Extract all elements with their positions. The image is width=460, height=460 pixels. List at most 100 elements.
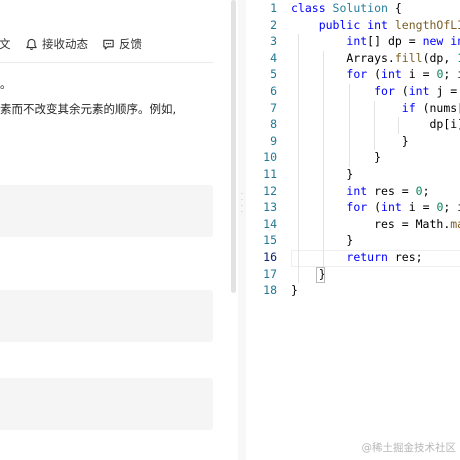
bracket-match-highlight xyxy=(316,267,325,283)
code-token: int xyxy=(381,67,409,82)
line-number: 7 xyxy=(270,100,277,115)
problem-scrollbar[interactable] xyxy=(231,0,236,293)
line-number: 12 xyxy=(263,183,277,198)
line-number: 5 xyxy=(270,67,277,82)
problem-toolbar: 文 接收动态 反馈 xyxy=(0,28,214,58)
code-token: for xyxy=(346,200,375,215)
code-line[interactable]: res = Math.max xyxy=(291,217,460,231)
code-line[interactable]: } xyxy=(291,283,298,297)
indent-guide xyxy=(323,50,324,267)
code-line[interactable]: public int lengthOfLIS xyxy=(291,18,460,32)
code-token: ( xyxy=(401,84,409,98)
code-token: new xyxy=(422,34,451,49)
line-number: 15 xyxy=(263,233,277,248)
code-token: public xyxy=(318,17,368,32)
line-number: 10 xyxy=(263,150,277,165)
code-token: res = xyxy=(374,183,416,198)
line-number: 9 xyxy=(270,133,277,148)
line-number: 8 xyxy=(270,117,277,132)
code-token: (dp, xyxy=(422,50,458,65)
code-line[interactable]: if (nums[i xyxy=(291,101,460,115)
line-number: 13 xyxy=(263,200,277,215)
drag-handle-icon: · · · · xyxy=(241,191,243,216)
code-line[interactable]: Arrays.fill(dp, 1) xyxy=(291,51,460,65)
code-token: int xyxy=(346,34,368,49)
code-token: int xyxy=(381,200,409,215)
code-token: ; xyxy=(422,183,430,198)
line-number: 4 xyxy=(270,50,277,65)
bell-icon xyxy=(26,38,37,50)
code-editor[interactable]: 1 2 3 4 5 6 7 8 9 10 11 12 13 14 15 16 17 18 class Soluti… xyxy=(247,0,460,460)
feedback-button[interactable]: 反馈 xyxy=(102,35,142,53)
code-token: if xyxy=(401,100,423,115)
code-token: Solution xyxy=(332,1,388,15)
current-line-highlight xyxy=(291,250,460,267)
code-token: [] dp = xyxy=(367,34,423,49)
code-token: lengthOfLIS xyxy=(394,17,460,32)
code-token: for xyxy=(374,84,402,98)
line-number: 6 xyxy=(270,84,277,98)
code-line[interactable]: int res = 0; xyxy=(291,183,430,198)
line-number: 17 xyxy=(263,266,277,281)
code-token: res = Math. xyxy=(291,216,451,231)
code-line[interactable]: for (int j = 0 xyxy=(291,84,460,98)
indent-guide xyxy=(349,84,350,167)
code-token: dp[i] xyxy=(291,117,460,132)
toolbar-partial-label: 文 xyxy=(0,37,11,51)
indent-guide xyxy=(298,34,299,284)
line-number: 1 xyxy=(270,1,277,15)
line-number: 2 xyxy=(270,17,277,32)
code-token: 0 xyxy=(415,183,423,198)
code-token: i = xyxy=(408,200,437,215)
problem-text-line: 素而不改变其余元素的顺序。例如, xyxy=(0,102,177,116)
panel-splitter[interactable]: · · · · xyxy=(238,0,246,460)
code-line[interactable]: for (int i = 0; i xyxy=(291,67,460,81)
code-token: } xyxy=(291,283,298,298)
line-number: 14 xyxy=(263,216,277,231)
code-token: class xyxy=(291,1,333,15)
line-number: 18 xyxy=(263,283,277,298)
code-line[interactable]: int[] dp = new int xyxy=(291,34,460,48)
example-block xyxy=(0,378,213,430)
code-token: Arrays. xyxy=(291,50,395,65)
code-token: ; i xyxy=(443,67,460,82)
indent-guide xyxy=(374,100,375,151)
code-token: int xyxy=(367,17,395,32)
comment-icon xyxy=(103,39,114,50)
code-line[interactable]: dp[i] xyxy=(291,117,460,131)
indent-guide xyxy=(398,117,399,134)
code-token: { xyxy=(387,1,402,15)
code-token: for xyxy=(346,67,375,82)
code-token: (nums[i xyxy=(422,100,460,115)
code-token: j = xyxy=(436,84,458,98)
code-token: ( xyxy=(374,200,382,215)
toolbar-divider xyxy=(0,62,214,63)
example-block xyxy=(0,290,213,342)
follow-label: 接收动态 xyxy=(42,37,88,51)
code-token: int xyxy=(450,34,460,49)
code-token: ( xyxy=(374,67,382,82)
problem-panel: 文 接收动态 反馈 。 素而不改变其余元素的顺序。例如, xyxy=(0,0,238,460)
line-number: 16 xyxy=(263,250,277,264)
follow-button[interactable]: 接收动态 xyxy=(25,35,88,53)
line-number: 3 xyxy=(270,34,277,49)
feedback-label: 反馈 xyxy=(119,37,142,51)
code-line[interactable]: class Solution { xyxy=(291,1,402,15)
code-token: int xyxy=(346,183,375,198)
code-token: i = xyxy=(408,67,437,82)
code-token: ; i xyxy=(443,200,460,215)
code-token: } xyxy=(291,150,382,165)
code-line[interactable]: } xyxy=(291,150,381,164)
code-token: fill xyxy=(394,50,423,65)
code-line[interactable]: for (int i = 0; i xyxy=(291,200,460,214)
example-block xyxy=(0,185,213,237)
watermark: @稀土掘金技术社区 xyxy=(361,442,457,454)
code-token: max xyxy=(450,216,460,231)
